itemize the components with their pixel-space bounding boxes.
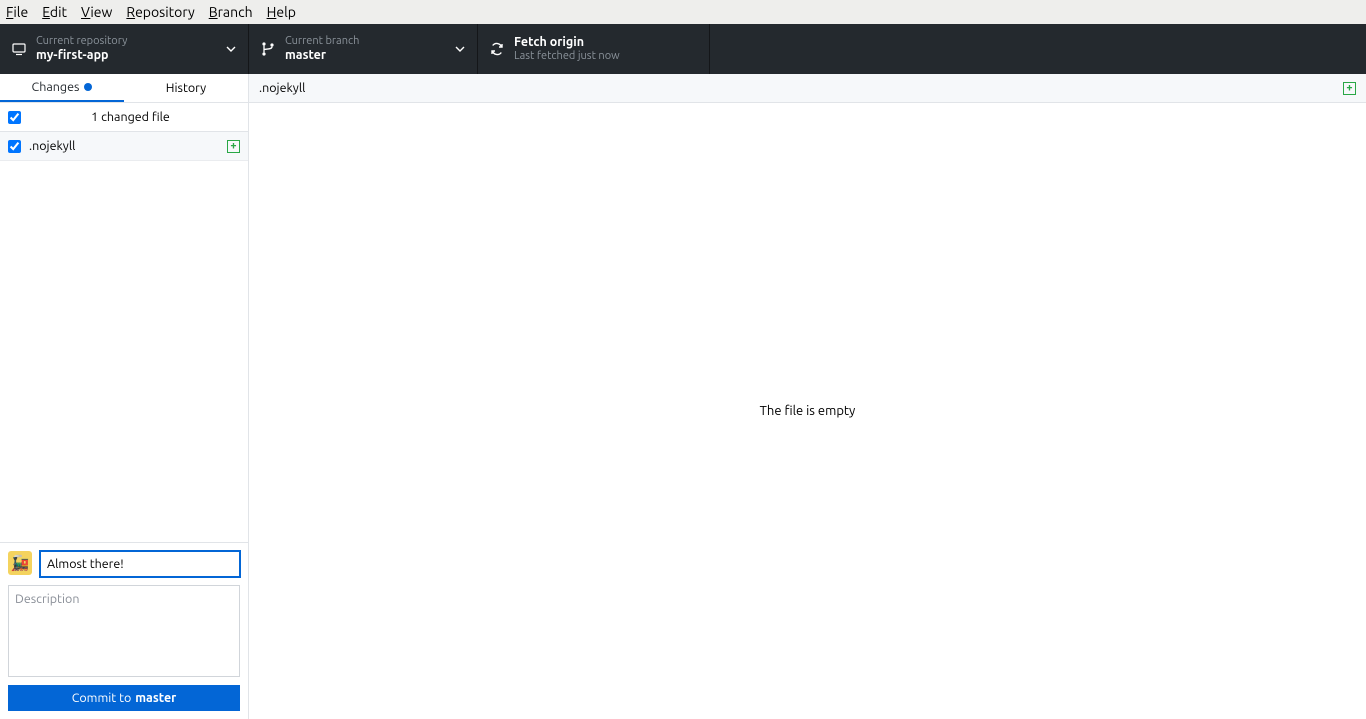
branch-selector[interactable]: Current branch master [249,24,478,74]
file-checkbox[interactable] [8,140,21,153]
avatar: 🚂 [8,551,32,575]
file-row[interactable]: .nojekyll + [0,132,248,161]
repo-name: my-first-app [36,48,127,62]
menu-edit[interactable]: Edit [42,4,67,20]
changes-indicator-dot [84,83,92,91]
fetch-button[interactable]: Fetch origin Last fetched just now [478,24,710,74]
sidebar-tabs: Changes History [0,74,248,103]
menu-branch[interactable]: Branch [209,4,253,20]
tab-changes-label: Changes [32,80,80,94]
select-all-checkbox[interactable] [8,111,21,124]
menu-help[interactable]: Help [267,4,296,20]
changes-count: 1 changed file [21,110,240,124]
commit-summary-input[interactable] [40,551,240,577]
commit-form: 🚂 Commit to master [0,542,248,719]
repo-sub: Current repository [36,35,127,48]
branch-sub: Current branch [285,35,359,48]
changes-summary-row: 1 changed file [0,103,248,132]
added-icon: + [1343,82,1356,95]
menu-view[interactable]: View [81,4,112,20]
diff-empty-message: The file is empty [249,103,1366,719]
menu-repository[interactable]: Repository [126,4,194,20]
tab-history-label: History [166,81,206,95]
computer-icon [10,41,28,57]
chevron-down-icon [455,46,465,52]
repo-selector[interactable]: Current repository my-first-app [0,24,249,74]
commit-button-branch: master [135,691,176,705]
diff-file-header: .nojekyll + [249,74,1366,103]
commit-button[interactable]: Commit to master [8,685,240,711]
diff-panel: .nojekyll + The file is empty [249,74,1366,719]
sync-icon [488,41,506,57]
tab-history[interactable]: History [124,74,248,102]
fetch-sub: Last fetched just now [514,50,620,63]
diff-filename: .nojekyll [259,81,305,95]
tab-changes[interactable]: Changes [0,74,124,102]
branch-icon [259,41,277,57]
added-icon: + [227,140,240,153]
menubar: File Edit View Repository Branch Help [0,0,1366,24]
commit-description-input[interactable] [8,585,240,677]
commit-button-prefix: Commit to [72,691,132,705]
chevron-down-icon [226,46,236,52]
branch-name: master [285,48,359,62]
sidebar: Changes History 1 changed file .nojekyll… [0,74,249,719]
menu-file[interactable]: File [6,4,28,20]
file-name: .nojekyll [29,139,227,153]
fetch-title: Fetch origin [514,35,620,49]
topbar: Current repository my-first-app Current … [0,24,1366,74]
changed-files-list: .nojekyll + [0,132,248,542]
